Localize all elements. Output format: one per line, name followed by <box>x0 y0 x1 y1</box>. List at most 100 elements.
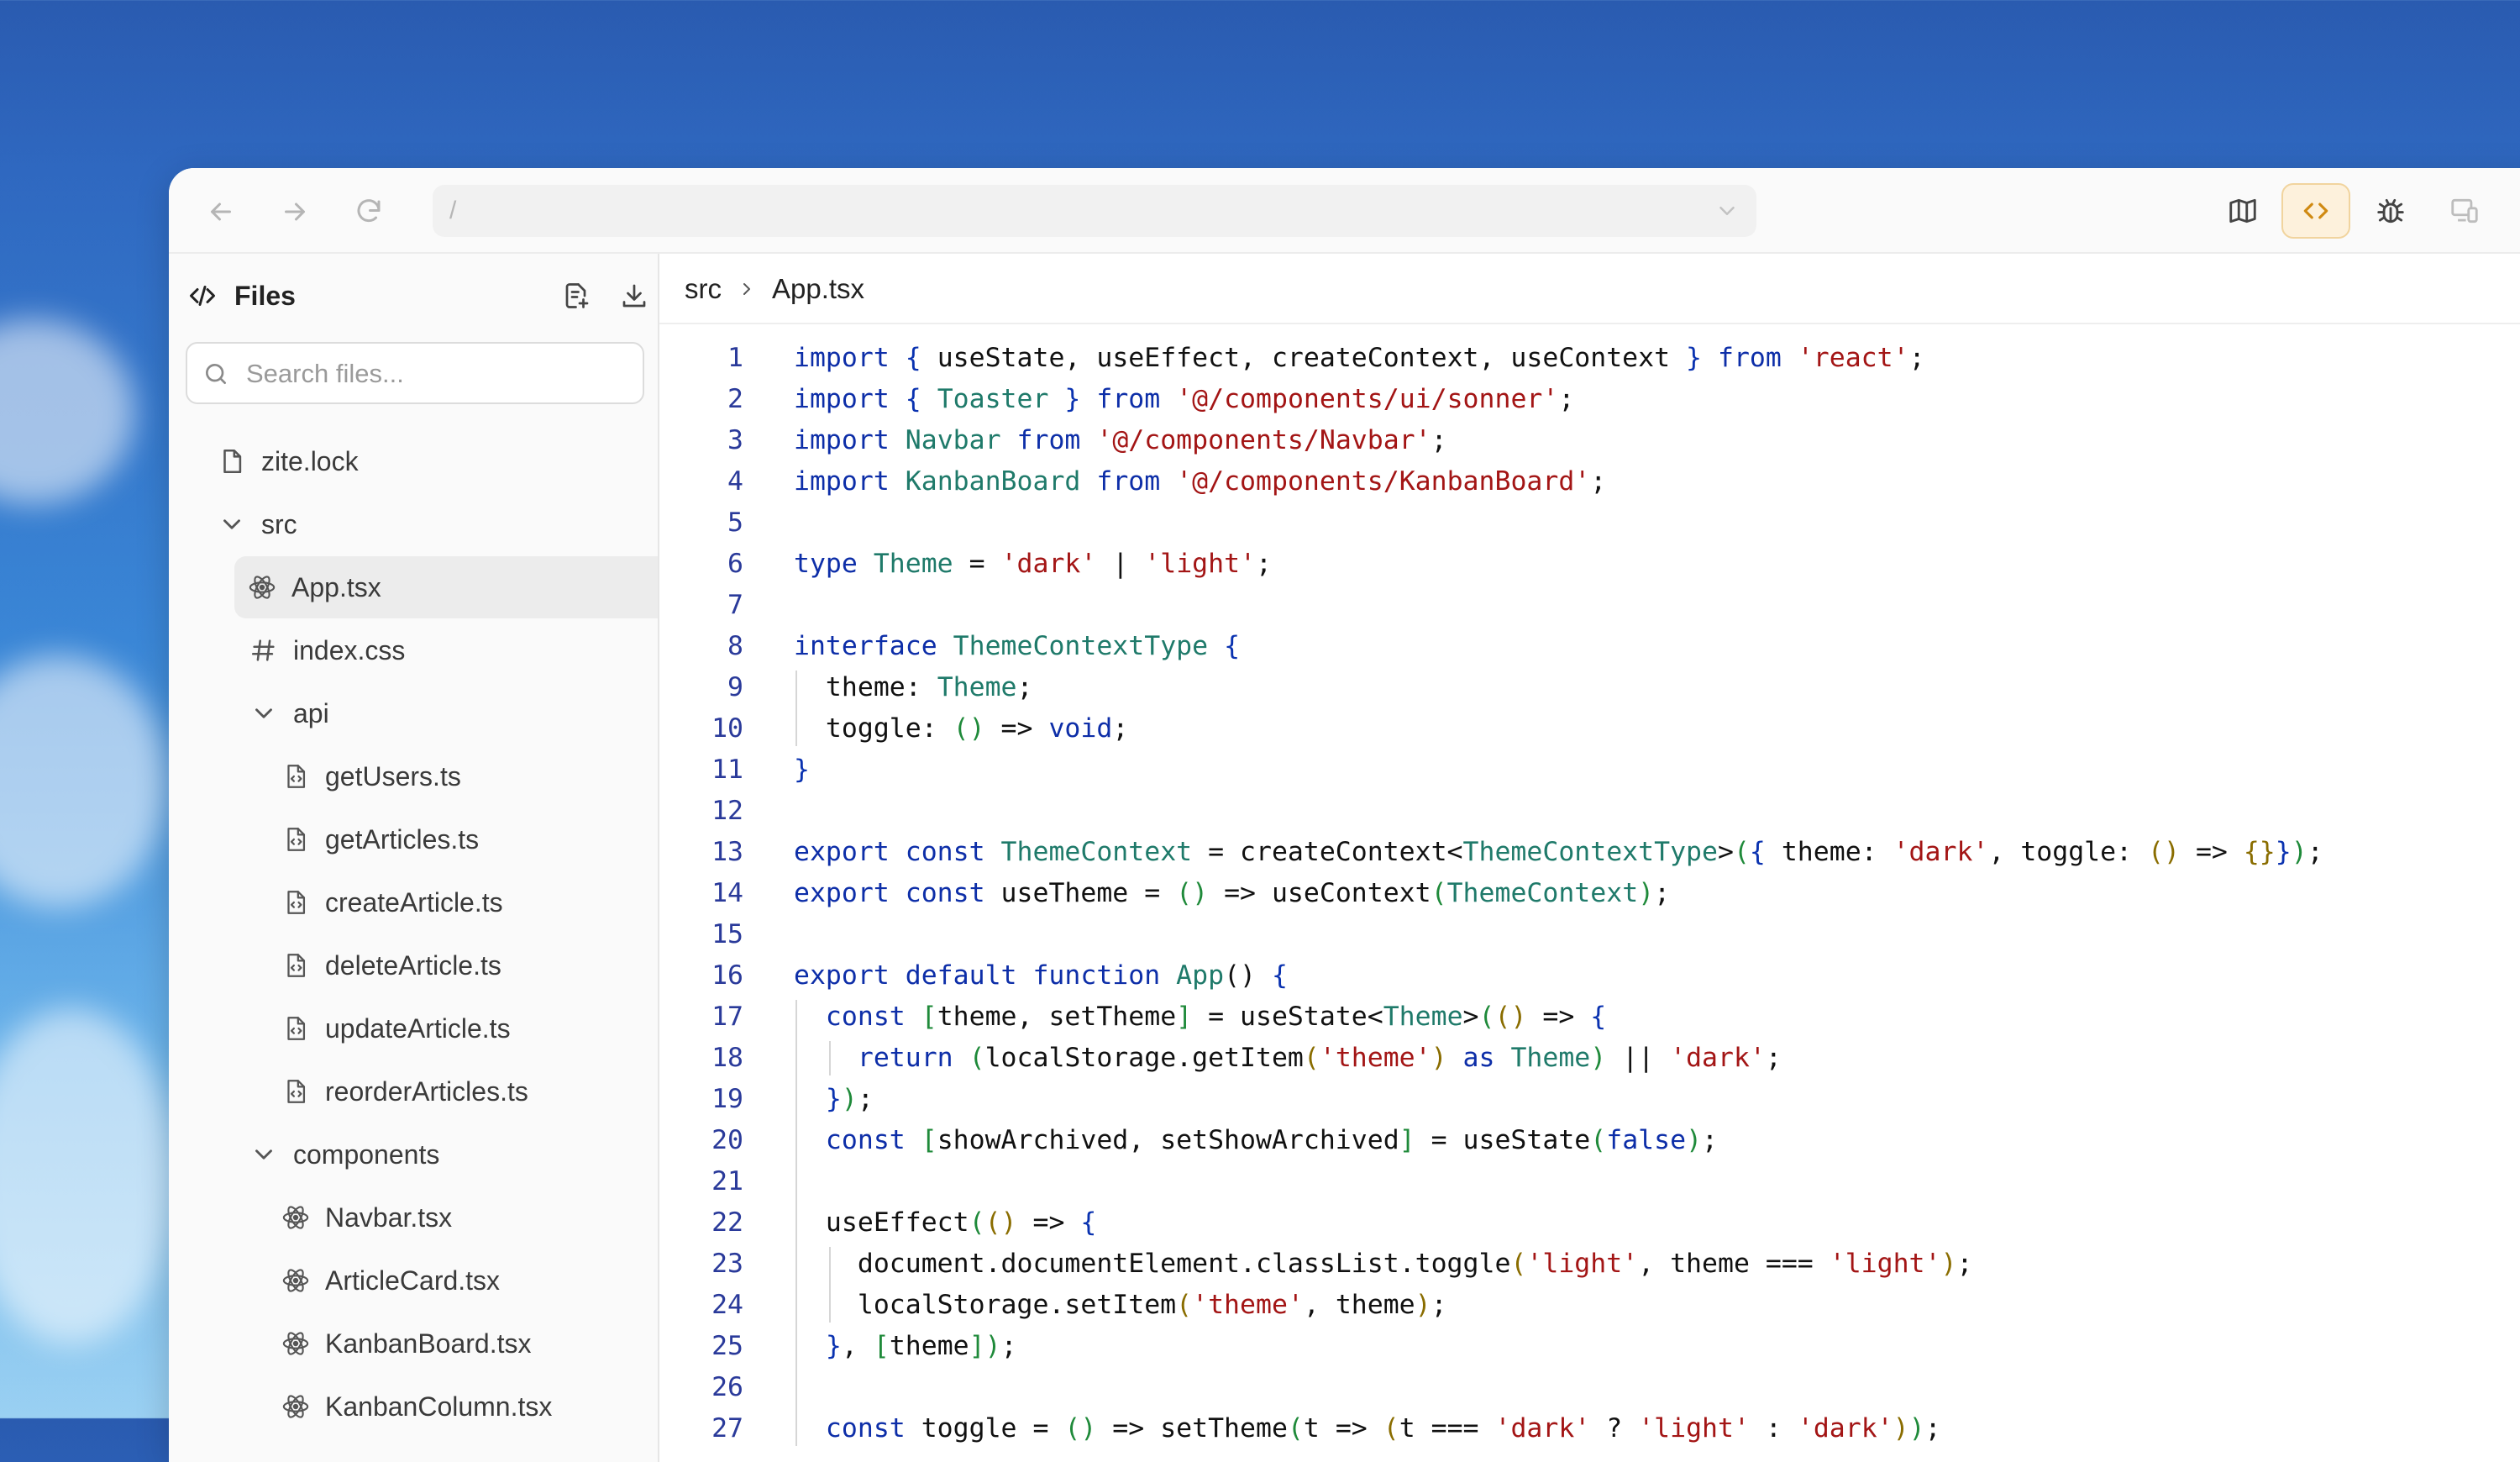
code-token: 'light' <box>1144 549 1257 579</box>
tree-item[interactable]: updateArticle.ts <box>281 997 511 1060</box>
code-token: const <box>794 1413 921 1444</box>
tree-item[interactable]: index.css <box>249 619 405 681</box>
line-number: 8 <box>727 631 743 661</box>
code-token: 'light' <box>1829 1249 1941 1279</box>
tree-item[interactable]: createArticle.ts <box>281 871 503 933</box>
search-box[interactable] <box>186 342 644 404</box>
code-file-icon <box>287 891 306 914</box>
code-token: theme: <box>1765 837 1893 867</box>
code-file-icon <box>287 1080 306 1103</box>
code-token: ; <box>857 1084 874 1114</box>
code-text: useEffect(() => { <box>794 1202 1096 1244</box>
tree-item[interactable]: components <box>249 1123 439 1186</box>
tree-item-label: deleteArticle.ts <box>325 949 501 981</box>
code-line: 18 return (localStorage.getItem('theme')… <box>659 1038 2520 1079</box>
code-token: type <box>794 549 874 579</box>
code-token: [ <box>873 1331 890 1361</box>
url-bar[interactable]: / <box>433 185 1756 237</box>
tree-item[interactable]: Navbar.tsx <box>281 1186 452 1249</box>
line-number: 9 <box>727 672 743 702</box>
line-number: 14 <box>711 878 743 908</box>
tree-item[interactable]: api <box>249 682 329 744</box>
code-token: theme: <box>794 672 937 702</box>
code-token: ( <box>1287 1413 1304 1444</box>
tree-item-label: index.css <box>293 634 406 665</box>
code-token: } <box>1064 384 1081 414</box>
code-line: 23 document.documentElement.classList.to… <box>659 1244 2520 1285</box>
code-token: ) <box>1590 1043 1607 1073</box>
code-file-icon <box>281 1077 310 1106</box>
debug-button[interactable] <box>2356 183 2425 239</box>
code-token: ] <box>1176 1002 1193 1032</box>
tree-item[interactable]: deleteArticle.ts <box>281 934 501 997</box>
tree-item[interactable]: src <box>218 493 297 555</box>
line-number: 24 <box>711 1290 743 1320</box>
code-line: 12 <box>659 791 2520 832</box>
code-text: export const ThemeContext = createContex… <box>794 832 2323 873</box>
code-token: { <box>905 384 937 414</box>
new-file-icon[interactable] <box>562 281 592 311</box>
code-text: }, [theme]); <box>794 1326 1017 1367</box>
code-text: toggle: () => void; <box>794 708 1128 749</box>
code-token: export const <box>794 837 1001 867</box>
code-token: ) <box>984 1331 1001 1361</box>
line-number: 26 <box>711 1372 743 1402</box>
breadcrumb-folder[interactable]: src <box>685 273 722 305</box>
tree-item[interactable]: getArticles.ts <box>281 808 479 870</box>
code-token: ; <box>2307 837 2323 867</box>
chevron-down-icon[interactable] <box>218 510 246 539</box>
code-token: , toggle: <box>1988 837 2149 867</box>
url-text: / <box>449 197 457 224</box>
code-line: 16 export default function App() { <box>659 955 2520 997</box>
chevron-down-icon[interactable] <box>249 1140 278 1169</box>
chevron-down-icon <box>223 519 240 529</box>
download-icon[interactable] <box>619 281 649 311</box>
react-icon <box>249 576 276 599</box>
code-token: toggle: <box>794 713 953 744</box>
code-token: import <box>794 384 906 414</box>
react-icon <box>282 1395 309 1418</box>
code-token: 'light' <box>1638 1413 1750 1444</box>
code-line: 26 <box>659 1367 2520 1408</box>
code-token: ) <box>1686 1125 1703 1155</box>
code-line: 7 <box>659 585 2520 626</box>
code-line: 11} <box>659 749 2520 791</box>
tree-item[interactable]: zite.lock <box>218 430 359 492</box>
tree-item[interactable]: KanbanBoard.tsx <box>281 1312 532 1375</box>
code-line: 13 export const ThemeContext = createCont… <box>659 832 2520 873</box>
code-token: 'dark' <box>1670 1043 1766 1073</box>
code-token: { <box>905 343 937 373</box>
tree-item[interactable]: getUsers.ts <box>281 745 461 807</box>
code-token: const <box>794 1125 921 1155</box>
line-number: 27 <box>711 1413 743 1444</box>
search-input[interactable] <box>244 354 617 394</box>
code-view-button[interactable] <box>2281 183 2350 239</box>
tree-item-label: App.tsx <box>291 571 381 602</box>
map-button[interactable] <box>2208 183 2277 239</box>
code-token: => <box>984 713 1049 744</box>
tree-item[interactable]: KanbanColumn.tsx <box>281 1375 552 1438</box>
tree-item[interactable]: reorderArticles.ts <box>281 1060 528 1123</box>
tree-item[interactable]: App.tsx <box>234 556 658 618</box>
breadcrumb-divider <box>659 323 2520 324</box>
code-text: const [theme, setTheme] = useState<Theme… <box>794 997 1606 1038</box>
back-button[interactable] <box>202 193 239 230</box>
code-token: interface <box>794 631 953 661</box>
chevron-down-icon[interactable] <box>249 699 278 728</box>
hash-icon <box>249 636 278 665</box>
code-token: ) <box>1638 878 1655 908</box>
code-text: localStorage.setItem('theme', theme); <box>794 1285 1447 1326</box>
code-token: t => <box>1303 1413 1383 1444</box>
code-token: 'theme' <box>1192 1290 1304 1320</box>
code-line: 4 import KanbanBoard from '@/components/K… <box>659 461 2520 502</box>
device-preview-button[interactable] <box>2430 183 2499 239</box>
tree-item-label: createArticle.ts <box>325 886 503 918</box>
tree-item-label: KanbanColumn.tsx <box>325 1391 553 1422</box>
chevron-down-icon <box>255 1149 272 1160</box>
tree-item[interactable]: ArticleCard.tsx <box>281 1249 500 1312</box>
reload-button[interactable] <box>350 193 387 230</box>
line-number: 13 <box>711 837 743 867</box>
forward-button[interactable] <box>276 193 313 230</box>
code-token: 'theme' <box>1319 1043 1431 1073</box>
chevron-down-icon[interactable] <box>1714 198 1740 224</box>
